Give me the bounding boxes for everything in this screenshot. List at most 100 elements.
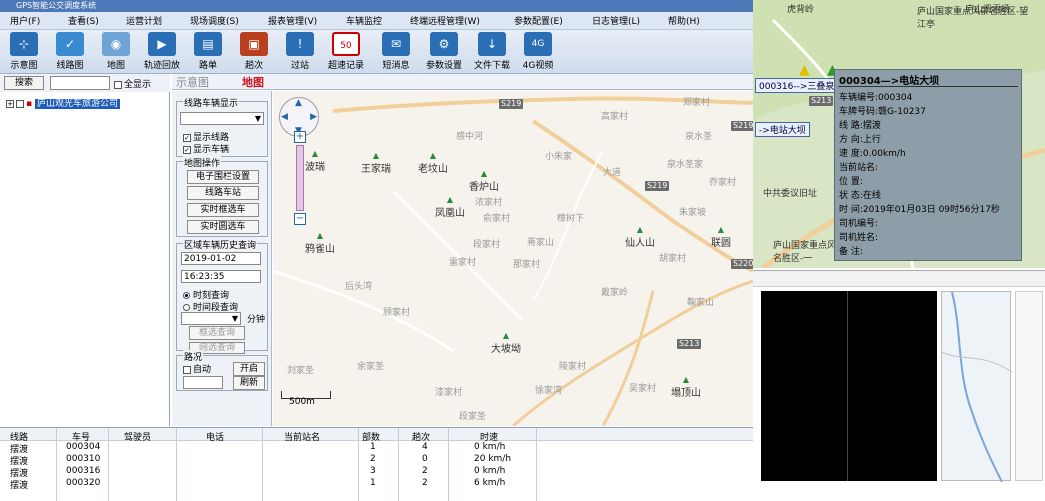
expand-icon[interactable]: + xyxy=(6,99,14,108)
tool-station[interactable]: ! 过站 xyxy=(278,32,322,71)
auto-checkbox[interactable]: 自动 xyxy=(183,362,211,375)
map-minor-place: 俞家村 xyxy=(483,214,511,224)
zoom-in-button[interactable]: + xyxy=(294,131,306,143)
popup-field: 当前站名: xyxy=(839,163,879,173)
cell-vehicle: 000316 xyxy=(66,466,101,476)
menu-user[interactable]: 用户(F) xyxy=(10,14,40,27)
table-row[interactable]: 摆渡 000310 2 0 20 km/h xyxy=(0,454,536,467)
popup-field: 时 间:2019年01月03日 09时56分17秒 xyxy=(839,205,1000,215)
tool-speeding[interactable]: 50 超速记录 xyxy=(324,32,368,71)
box-select-button[interactable]: 实时框选车 xyxy=(187,203,259,217)
route-station-button[interactable]: 线路车站 xyxy=(187,186,259,200)
vehicle-tag[interactable]: 000316-->三叠泉 xyxy=(755,78,839,93)
pan-left-icon[interactable]: ◀ xyxy=(281,112,288,122)
cell-count: 1 xyxy=(370,478,376,488)
map-minor-place: 段家村 xyxy=(473,240,501,250)
search-input[interactable] xyxy=(50,76,110,90)
search-button[interactable]: 搜索 xyxy=(4,76,44,90)
map-place: 仙人山 xyxy=(625,225,655,249)
menu-help[interactable]: 帮助(H) xyxy=(668,14,700,27)
interval-input[interactable] xyxy=(183,376,223,389)
menu-config[interactable]: 参数配置(E) xyxy=(514,14,563,27)
cell-vehicle: 000310 xyxy=(66,454,101,464)
tab-map[interactable]: 地图 xyxy=(242,74,278,89)
road-label: S213 xyxy=(677,339,702,349)
radio-icon xyxy=(183,304,190,311)
dropdown-arrow-icon: ▼ xyxy=(231,314,238,323)
map-minor-place: 鞠家山 xyxy=(687,298,715,308)
map-minor-place: 刘家圣 xyxy=(287,366,315,376)
route-select[interactable]: ▼ xyxy=(180,112,264,125)
video-panel xyxy=(753,270,1045,500)
table-row[interactable]: 摆渡 000304 1 4 0 km/h xyxy=(0,442,536,455)
alert-icon: ! xyxy=(286,32,314,56)
menu-remote[interactable]: 终端远程管理(W) xyxy=(410,14,480,27)
zoom-slider[interactable] xyxy=(296,145,304,211)
tool-settings[interactable]: ⚙ 参数设置 xyxy=(422,32,466,71)
play-icon: ▶ xyxy=(148,32,176,56)
map-view[interactable]: ▲ ▼ ◀ ▶ + − 王家瑞 老坟山 香炉山 凤凰山 鸦雀山 仙人山 大坡坳 … xyxy=(273,91,753,426)
tool-map[interactable]: ◉ 地图 xyxy=(94,32,138,71)
tool-sms[interactable]: ✉ 短消息 xyxy=(374,32,418,71)
scale-label: 500m xyxy=(289,397,315,407)
vehicle-tag[interactable]: ->电站大坝 xyxy=(755,122,810,137)
map-minor-place: 泉水圣 xyxy=(685,132,713,142)
tool-trips[interactable]: ▣ 趟次 xyxy=(232,32,276,71)
fence-button[interactable]: 电子围栏设置 xyxy=(187,170,259,184)
map-place: 鸦雀山 xyxy=(305,231,335,255)
tab-schematic[interactable]: 示意图 xyxy=(176,74,228,89)
refresh-button[interactable]: 刷新 xyxy=(233,376,265,390)
tool-schematic[interactable]: ⊹ 示意图 xyxy=(2,32,46,71)
map-place: 联圆 xyxy=(711,225,731,249)
popup-field: 司机姓名: xyxy=(839,233,879,243)
popup-field: 线 路:摆渡 xyxy=(839,121,881,131)
speed-limit-icon: 50 xyxy=(332,32,360,56)
tool-download[interactable]: ↓ 文件下载 xyxy=(470,32,514,71)
map-minor-place: 浓家村 xyxy=(475,198,503,208)
show-all-checkbox[interactable]: 全显示 xyxy=(114,77,151,90)
tree-item-company[interactable]: + ▪ 庐山观光车旅游公司 xyxy=(6,96,120,109)
route-vehicle-group: 线路车辆显示 ▼ ✓ 显示线路 ✓ 显示车辆 xyxy=(176,96,268,157)
map-minor-place: 乔家村 xyxy=(709,178,737,188)
tool-playback[interactable]: ▶ 轨迹回放 xyxy=(140,32,184,71)
map-minor-place: 陵家村 xyxy=(559,362,587,372)
video-screen[interactable] xyxy=(761,291,937,481)
pan-up-icon[interactable]: ▲ xyxy=(295,98,302,108)
menu-dispatch[interactable]: 现场调度(S) xyxy=(190,14,239,27)
video-map-thumb[interactable] xyxy=(941,291,1013,483)
app-title: GPS智能公交调度系统 xyxy=(0,0,753,12)
date-input[interactable]: 2019-01-02 xyxy=(181,252,261,265)
tool-waybill[interactable]: ▤ 路单 xyxy=(186,32,230,71)
cell-count: 2 xyxy=(370,454,376,464)
menu-plan[interactable]: 运营计划 xyxy=(126,14,162,27)
map-minor-place: 那家村 xyxy=(513,260,541,270)
cell-count: 1 xyxy=(370,442,376,452)
checkbox-icon xyxy=(114,80,122,89)
pan-right-icon[interactable]: ▶ xyxy=(310,112,317,122)
circle-select-button[interactable]: 实时圆选车 xyxy=(187,220,259,234)
menu-view[interactable]: 查看(S) xyxy=(68,14,99,27)
trips-icon: ▣ xyxy=(240,32,268,56)
minutes-select[interactable]: ▼ xyxy=(181,312,241,325)
vehicle-marker-icon[interactable]: ▲ xyxy=(799,62,810,78)
table-row[interactable]: 摆渡 000316 3 2 0 km/h xyxy=(0,466,536,479)
menu-report[interactable]: 报表管理(V) xyxy=(268,14,317,27)
popup-field: 车辆编号:000304 xyxy=(839,93,913,103)
show-vehicle-checkbox[interactable]: ✓ 显示车辆 xyxy=(183,142,229,155)
table-row[interactable]: 摆渡 000320 1 2 6 km/h xyxy=(0,478,536,491)
time-input[interactable]: 16:23:35 xyxy=(181,270,261,283)
vehicle-info-popup: 000304—>电站大坝 车辆编号:000304 车牌号码:赣G-10237 线… xyxy=(834,69,1022,261)
zoom-out-button[interactable]: − xyxy=(294,213,306,225)
open-button[interactable]: 开启 xyxy=(233,362,265,376)
map-minor-place: 顾家村 xyxy=(383,308,411,318)
tool-4g-video[interactable]: 4G 4G视频 xyxy=(516,32,560,71)
checkbox-icon[interactable] xyxy=(16,99,24,108)
menu-monitor[interactable]: 车辆监控 xyxy=(346,14,382,27)
tool-route[interactable]: ✓ 线路图 xyxy=(48,32,92,71)
box-query-button[interactable]: 框选查询 xyxy=(189,326,245,340)
menu-log[interactable]: 日志管理(L) xyxy=(592,14,640,27)
envelope-icon: ✉ xyxy=(382,32,410,56)
map-place: 塌顶山 xyxy=(671,375,701,399)
map-place: 王家瑞 xyxy=(361,151,391,175)
checkbox-icon: ✓ xyxy=(183,133,191,142)
